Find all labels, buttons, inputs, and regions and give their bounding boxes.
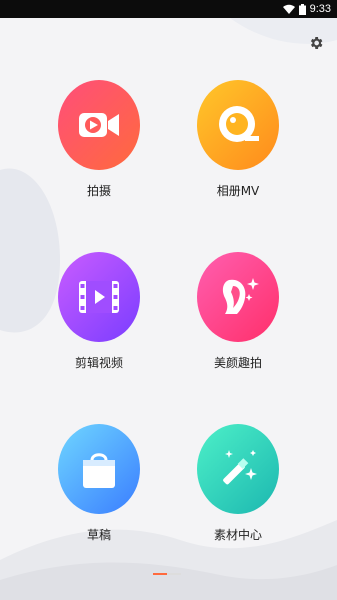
material-center-circle [197,424,279,514]
tile-label: 拍摄 [86,184,111,198]
shopping-bag-icon [83,453,115,488]
shoot-circle [58,80,140,170]
magic-wand-icon [223,450,257,485]
beauty-shoot-circle [197,252,279,342]
drafts-circle [58,424,140,514]
status-time: 9:33 [309,3,331,15]
status-bar: 9:33 [0,0,337,18]
tile-beauty-shoot[interactable]: 美颜趣拍 [183,252,293,382]
edit-video-circle [58,252,140,342]
battery-icon [298,3,306,15]
tile-label: 草稿 [86,528,111,542]
gear-icon [310,37,323,49]
tile-material-center[interactable]: 素材中心 [183,424,293,554]
page-dot-inactive [167,573,181,575]
wifi-icon [282,4,295,14]
tile-label: 美颜趣拍 [213,356,262,370]
settings-button[interactable] [306,33,326,53]
tile-album-mv[interactable]: 相册MV [183,80,293,210]
face-sparkle-icon [222,278,259,314]
tile-label: 剪辑视频 [74,356,123,370]
tile-label: 相册MV [216,184,260,198]
tile-shoot[interactable]: 拍摄 [44,80,154,210]
film-strip-icon [79,281,119,313]
tile-edit-video[interactable]: 剪辑视频 [44,252,154,382]
video-camera-icon [79,113,119,137]
tile-drafts[interactable]: 草稿 [44,424,154,554]
album-mv-circle [197,80,279,170]
tile-label: 素材中心 [213,528,262,542]
page-dot-active [153,573,167,575]
page-indicator [153,573,181,575]
album-lens-icon [219,106,259,142]
